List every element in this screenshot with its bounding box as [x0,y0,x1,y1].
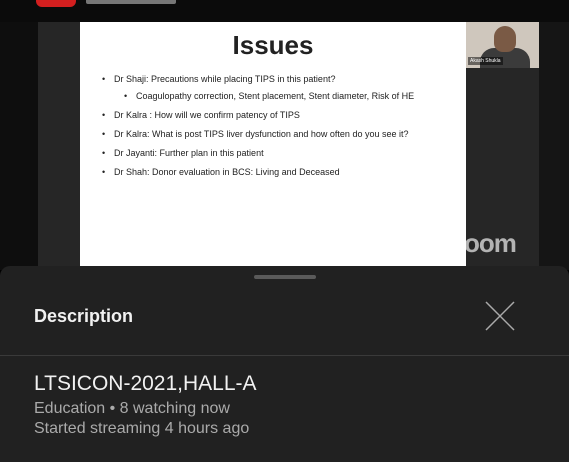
description-panel: Description LTSICON-2021,HALL-A Educatio… [0,266,569,462]
slide-bullet: • Dr Jayanti: Further plan in this patien… [102,148,462,159]
youtube-logo-icon [36,0,76,7]
drag-handle[interactable] [254,275,316,279]
slide-bullet: • Dr Kalra : How will we confirm patency … [102,110,462,121]
bullet-dot-icon: • [102,110,106,120]
participant-name-label: Akash Shukla [468,57,503,65]
slide-bullet-text: Dr Kalra: What is post TIPS liver dysfun… [114,129,409,139]
participant-video-thumbnail: Akash Shukla [466,22,539,68]
bullet-dot-icon: • [102,74,106,84]
presentation-slide: Issues • Dr Shaji: Precautions while plac… [80,22,466,266]
slide-bullet-list: • Dr Shaji: Precautions while placing TIP… [102,74,462,186]
slide-bullet-text: Coagulopathy correction, Stent placement… [136,91,415,101]
description-heading: Description [34,306,134,326]
video-letterbox-left [0,22,38,270]
zoom-watermark: zoom [452,228,517,258]
divider [0,355,569,356]
stream-category-viewers: Education • 8 watching now [34,400,230,417]
slide-bullet-text: Dr Jayanti: Further plan in this patient [114,148,264,158]
slide-title: Issues [232,30,314,60]
video-player[interactable]: Issues • Dr Shaji: Precautions while plac… [0,22,569,270]
youtube-wordmark [86,0,176,4]
slide-bullet-text: Dr Kalra : How will we confirm patency o… [114,110,300,120]
bullet-dot-icon: • [124,91,128,101]
slide-bullet: • Dr Shah: Donor evaluation in BCS: Livin… [102,167,462,178]
slide-bullet-text: Dr Shaji: Precautions while placing TIPS… [114,74,336,84]
slide-bullet-text: Dr Shah: Donor evaluation in BCS: Living… [114,167,340,177]
stream-title: LTSICON-2021,HALL-A [34,372,257,395]
slide-bullet: • Dr Kalra: What is post TIPS liver dysfu… [102,129,462,140]
bullet-dot-icon: • [102,167,106,177]
close-icon[interactable] [482,298,518,334]
stream-start-time: Started streaming 4 hours ago [34,420,250,437]
bullet-dot-icon: • [102,148,106,158]
video-letterbox-right [539,22,569,270]
bullet-dot-icon: • [102,129,106,139]
app-top-bar [0,0,569,22]
participant-head [494,26,516,52]
slide-bullet: • Coagulopathy correction, Stent placemen… [102,91,462,102]
slide-bullet: • Dr Shaji: Precautions while placing TIP… [102,74,462,85]
